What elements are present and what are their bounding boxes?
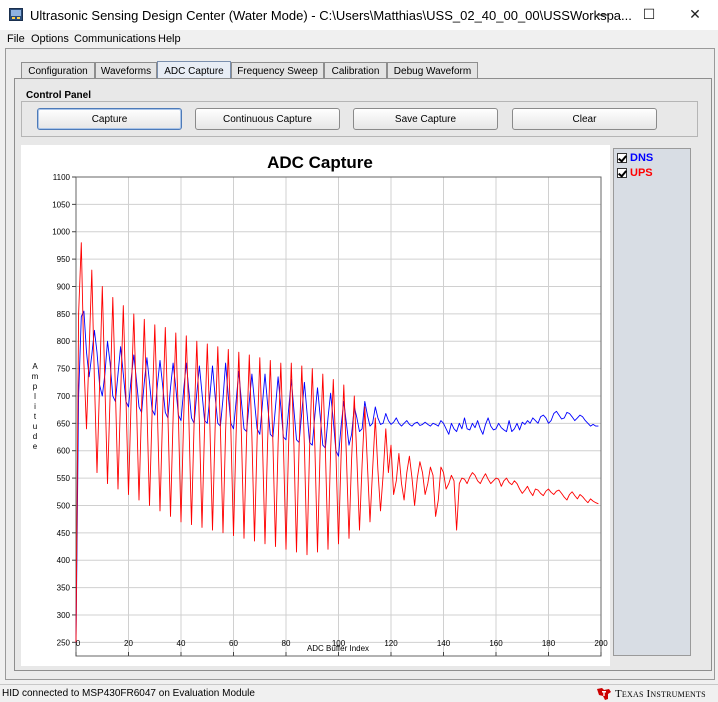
series-line-dns	[75, 310, 599, 643]
y-axis-label-char: m	[32, 372, 39, 381]
y-tick-label: 250	[57, 638, 71, 647]
y-tick-label: 300	[57, 611, 71, 620]
minimize-icon: —	[596, 7, 610, 23]
x-tick-label: 60	[229, 639, 238, 648]
ti-logo: Texas Instruments	[596, 686, 706, 702]
legend-panel: DNS UPS	[613, 148, 691, 656]
control-panel-label: Control Panel	[26, 90, 92, 101]
y-tick-label: 700	[57, 392, 71, 401]
x-tick-label: 80	[282, 639, 291, 648]
menu-file[interactable]: File	[7, 33, 25, 45]
y-tick-label: 600	[57, 447, 71, 456]
y-axis-label-char: d	[33, 432, 37, 441]
window-title: Ultrasonic Sensing Design Center (Water …	[30, 8, 632, 23]
x-tick-label: 140	[437, 639, 451, 648]
menu-bar: File Options Communications Help	[0, 30, 718, 48]
ti-brand-text: Texas Instruments	[615, 688, 706, 700]
maximize-button[interactable]: ☐	[626, 0, 672, 30]
y-axis-label-char: i	[34, 402, 36, 411]
y-tick-label: 1050	[52, 200, 70, 209]
clear-button[interactable]: Clear	[512, 108, 657, 130]
x-tick-label: 20	[124, 639, 133, 648]
ti-state-icon	[597, 688, 611, 700]
y-axis-label-char: t	[34, 412, 37, 421]
y-axis-label-char: A	[32, 362, 38, 371]
y-tick-label: 850	[57, 310, 71, 319]
x-tick-label: 40	[177, 639, 186, 648]
x-tick-label: 120	[384, 639, 398, 648]
y-tick-label: 1000	[52, 228, 70, 237]
x-tick-label: 180	[542, 639, 556, 648]
adc-capture-chart: ADC Capture 2503003504004505005506006507…	[32, 153, 608, 657]
close-button[interactable]: ✕	[672, 0, 718, 30]
chart-title: ADC Capture	[267, 153, 373, 172]
legend-item-ups[interactable]: UPS	[617, 166, 653, 180]
y-tick-label: 750	[57, 365, 71, 374]
dns-checkbox[interactable]	[617, 153, 627, 163]
y-axis-label-char: u	[33, 422, 37, 431]
status-bar: HID connected to MSP430FR6047 on Evaluat…	[0, 684, 718, 702]
menu-help[interactable]: Help	[158, 33, 181, 45]
y-tick-label: 400	[57, 556, 71, 565]
y-tick-label: 350	[57, 584, 71, 593]
x-tick-label: 200	[594, 639, 608, 648]
x-axis-label: ADC Buffer Index	[307, 644, 369, 653]
menu-communications[interactable]: Communications	[74, 33, 156, 45]
y-tick-label: 800	[57, 337, 71, 346]
minimize-button[interactable]: —	[580, 0, 626, 30]
maximize-icon: ☐	[642, 7, 656, 23]
y-axis-label-char: e	[33, 442, 38, 451]
title-bar: Ultrasonic Sensing Design Center (Water …	[0, 0, 718, 30]
y-axis-label-char: l	[34, 392, 36, 401]
chart-panel: ADC Capture 250 300 350 400 450 500 550 600 650 7…	[21, 145, 610, 666]
y-tick-label: 950	[57, 255, 71, 264]
y-tick-label: 900	[57, 282, 71, 291]
ups-checkbox[interactable]	[617, 168, 627, 178]
legend-label-ups: UPS	[630, 167, 653, 179]
x-tick-label: 160	[489, 639, 503, 648]
menu-options[interactable]: Options	[31, 33, 69, 45]
y-axis-label-char: p	[33, 382, 38, 391]
y-tick-label: 450	[57, 529, 71, 538]
y-tick-label: 500	[57, 501, 71, 510]
capture-button[interactable]: Capture	[37, 108, 182, 130]
continuous-capture-button[interactable]: Continuous Capture	[195, 108, 340, 130]
y-tick-label: 550	[57, 474, 71, 483]
close-icon: ✕	[689, 7, 701, 23]
legend-label-dns: DNS	[630, 152, 654, 164]
legend-item-dns[interactable]: DNS	[617, 151, 653, 165]
y-tick-label: 1100	[53, 173, 71, 182]
app-window: Ultrasonic Sensing Design Center (Water …	[0, 0, 718, 702]
save-capture-button[interactable]: Save Capture	[353, 108, 498, 130]
connection-status: HID connected to MSP430FR6047 on Evaluat…	[2, 688, 255, 699]
series-line-ups	[75, 242, 599, 643]
app-icon	[9, 8, 23, 21]
x-tick-label: 0	[76, 639, 81, 648]
y-tick-label: 650	[57, 419, 71, 428]
